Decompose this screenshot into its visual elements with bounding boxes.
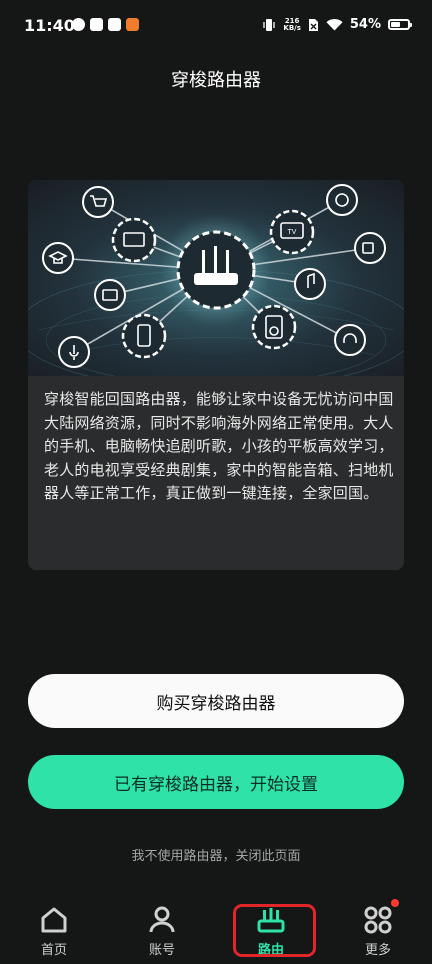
net-speed-unit: KB/s [283, 23, 301, 32]
buy-router-button[interactable]: 购买穿梭路由器 [28, 674, 404, 728]
tab-home-label: 首页 [40, 943, 67, 958]
bottom-tab-bar: 首页 账号 路由 更多 [0, 896, 432, 964]
mail-notification-icon [108, 18, 121, 31]
video-app-notification-icon [90, 18, 103, 31]
tab-home[interactable]: 首页 [14, 896, 94, 964]
tab-more-label: 更多 [364, 943, 391, 958]
battery-level [391, 22, 400, 27]
tab-account[interactable]: 账号 [122, 896, 202, 964]
vibrate-icon [263, 18, 276, 31]
router-hero-image: TV [28, 180, 404, 376]
tab-account-label: 账号 [148, 943, 175, 958]
battery-percent: 54% [349, 17, 381, 32]
shopping-app-notification-icon [126, 18, 139, 31]
battery-icon [388, 19, 412, 30]
status-bar: 11:40 216 KB/s 54% [0, 0, 432, 52]
wifi-icon [326, 18, 343, 31]
status-right: 216 KB/s 54% [262, 17, 412, 32]
start-setup-button[interactable]: 已有穿梭路由器，开始设置 [28, 755, 404, 809]
page-title: 穿梭路由器 [171, 70, 261, 91]
status-time: 11:40 [24, 16, 75, 35]
tab-router-label: 路由 [257, 943, 284, 958]
user-icon [149, 906, 175, 933]
intro-card: TV 穿梭智能回国路由器，能够让家中设备无忧访问中国大陆网络资源，同时不影响海外… [28, 180, 404, 570]
intro-description: 穿梭智能回国路由器，能够让家中设备无忧访问中国大陆网络资源，同时不影响海外网络正… [44, 390, 394, 502]
no-sim-icon [308, 18, 318, 31]
tab-more[interactable]: 更多 [338, 896, 418, 964]
more-notification-badge [391, 899, 399, 907]
notification-icons [72, 18, 139, 31]
tab-router[interactable]: 路由 [231, 896, 311, 964]
net-speed: 216 KB/s [283, 17, 301, 32]
hero-tv-label: TV [288, 229, 297, 236]
router-icon [257, 908, 285, 933]
more-grid-icon [364, 906, 392, 934]
home-icon [41, 907, 67, 933]
app-notification-icon [72, 18, 85, 31]
close-page-link[interactable]: 我不使用路由器，关闭此页面 [0, 845, 432, 864]
